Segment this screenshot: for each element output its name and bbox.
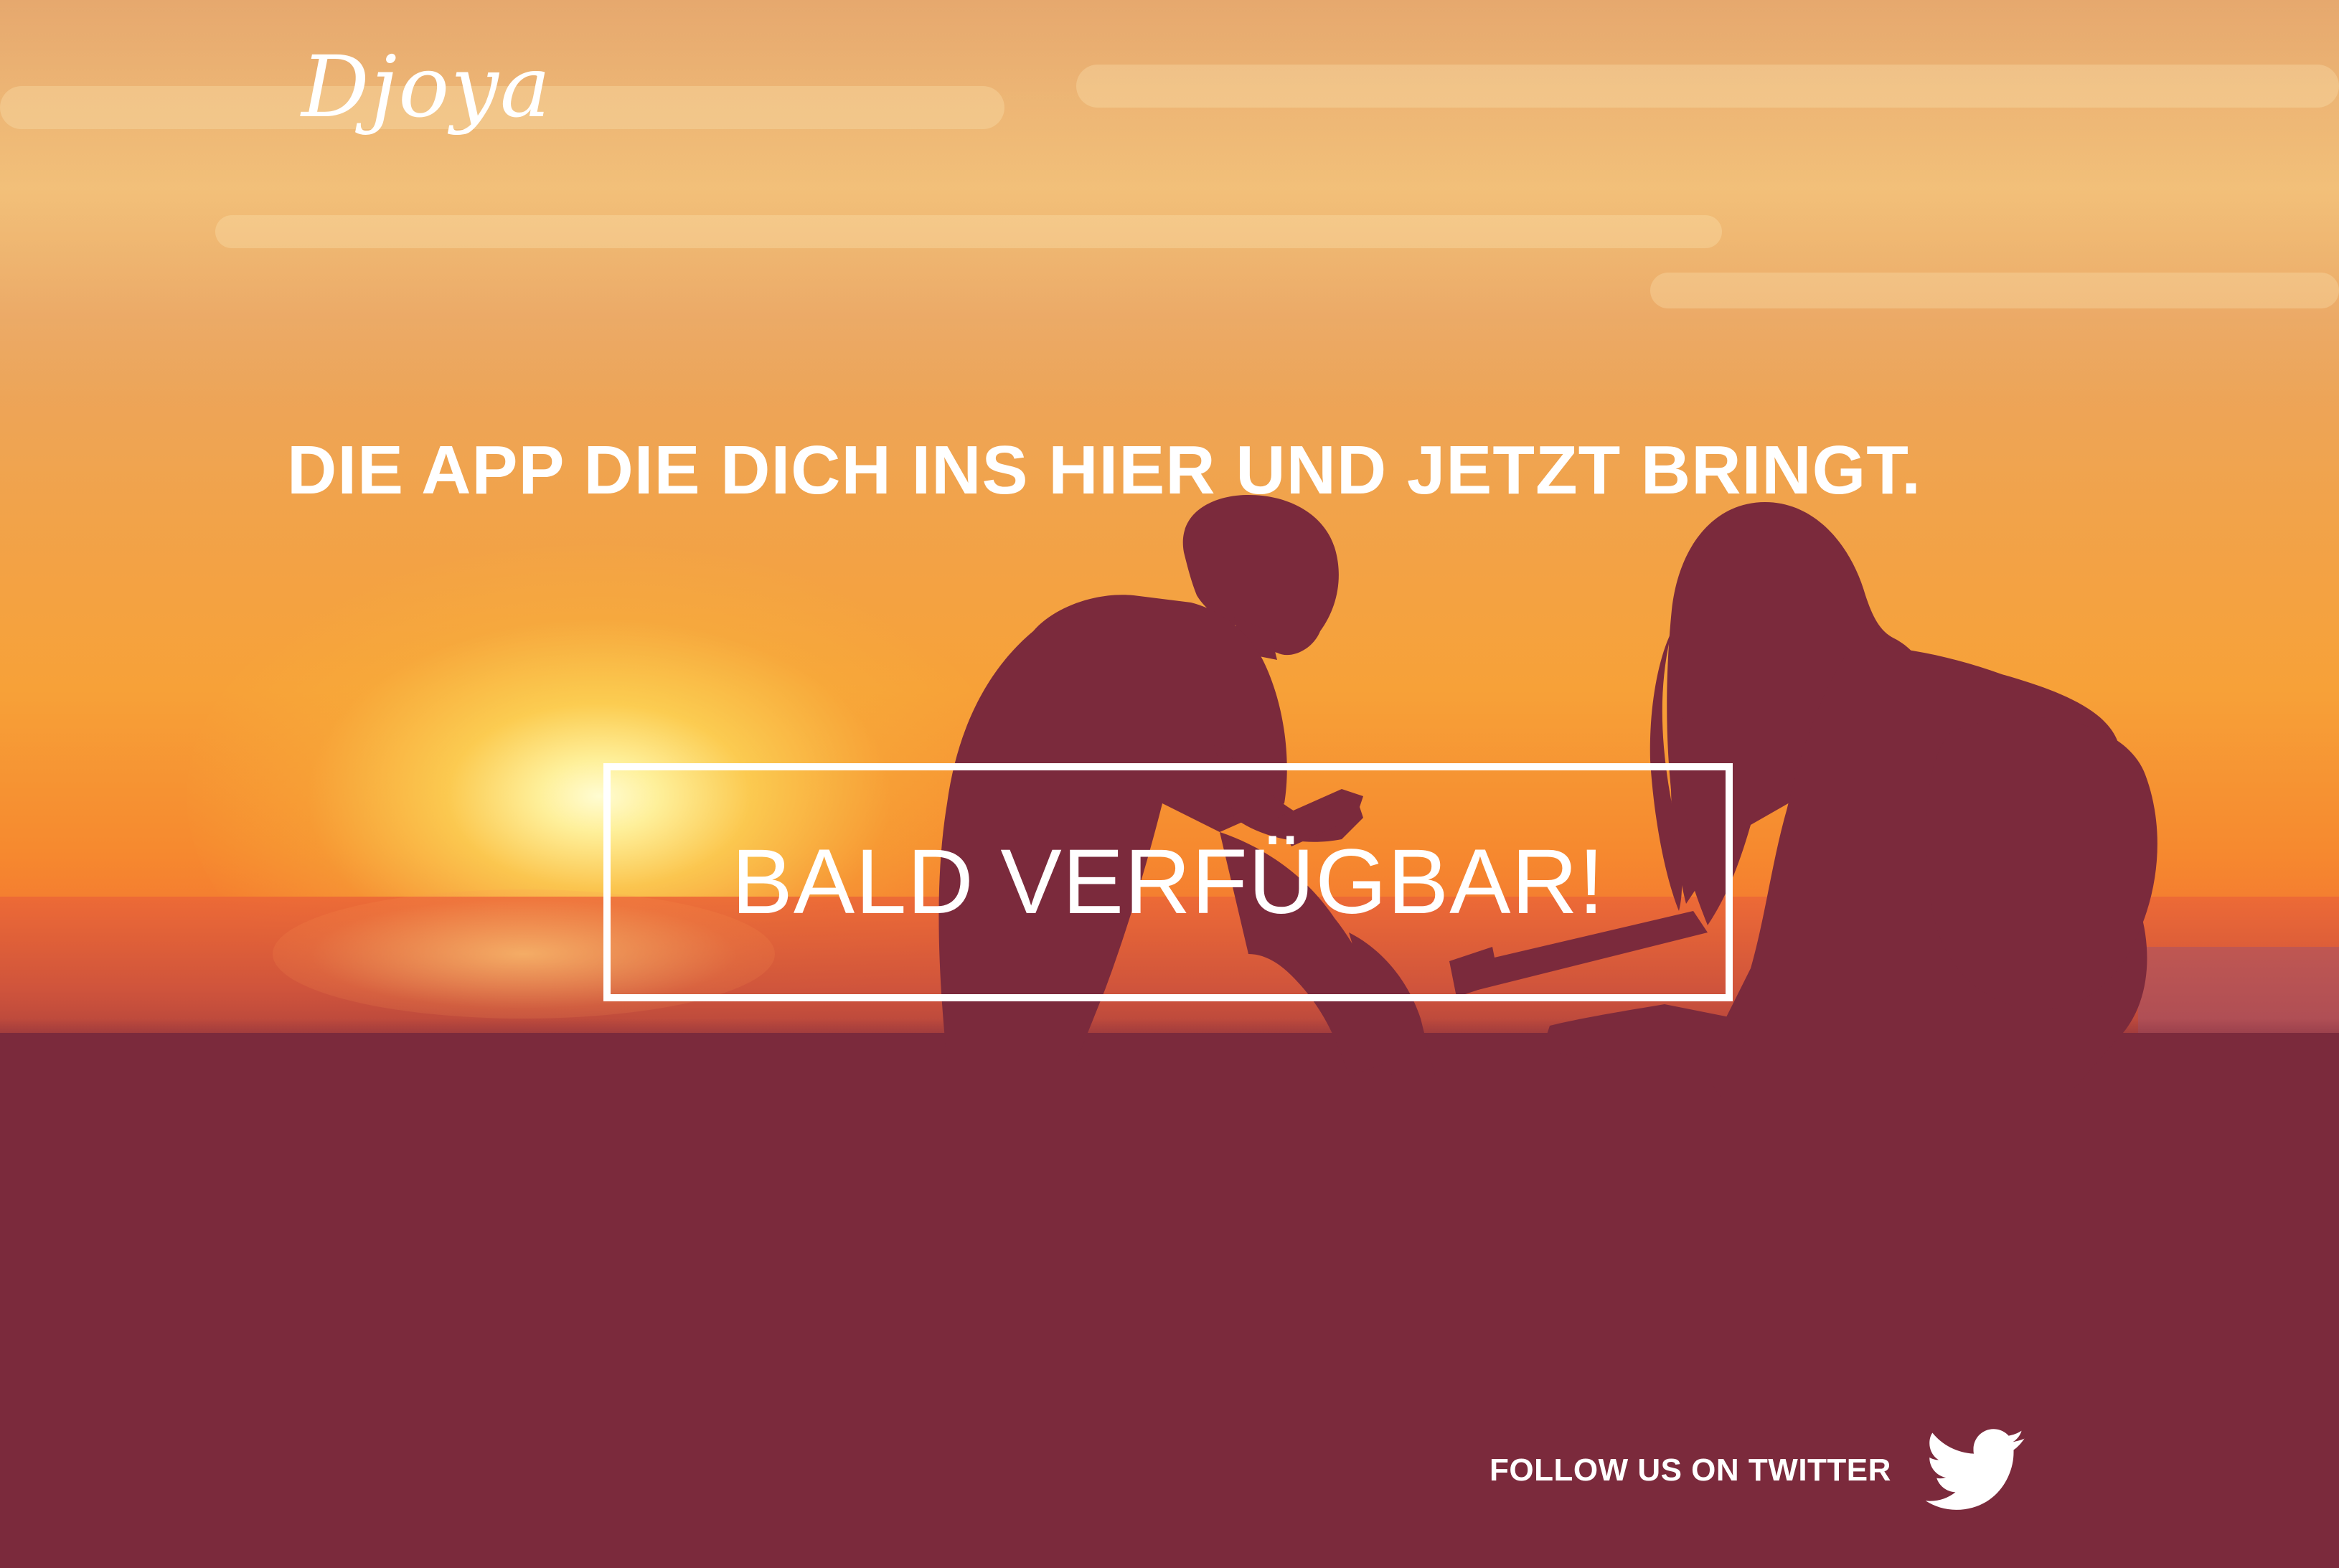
twitter-follow-link[interactable]: FOLLOW US ON TWITTER xyxy=(1489,1427,2026,1513)
twitter-follow-label: FOLLOW US ON TWITTER xyxy=(1489,1453,1891,1488)
brand-logo[interactable]: Djoya xyxy=(301,44,552,129)
page-headline: DIE APP DIE DICH INS HIER UND JETZT BRIN… xyxy=(287,432,1921,509)
twitter-bird-icon[interactable] xyxy=(1925,1427,2026,1513)
coming-soon-button[interactable]: BALD VERFÜGBAR! xyxy=(603,763,1733,1001)
coming-soon-label: BALD VERFÜGBAR! xyxy=(731,831,1605,933)
